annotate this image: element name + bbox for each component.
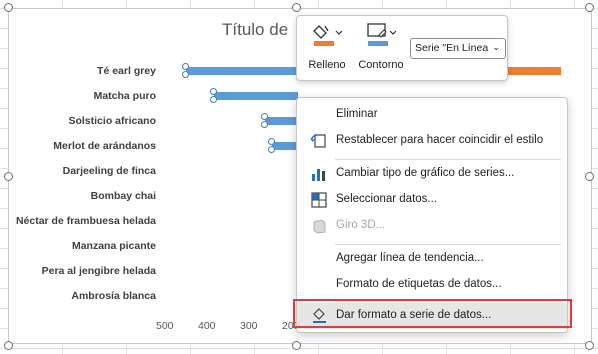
resize-handle-tl[interactable] [4,3,13,12]
resize-handle-ml[interactable] [4,172,13,181]
menu-separator [335,244,561,245]
series-point-handle[interactable] [182,63,189,70]
menu-item-format-data-labels[interactable]: Formato de etiquetas de datos... [297,272,567,298]
series-selector[interactable]: Serie "En Línea ⌄ [410,38,506,59]
fill-label: Relleno [308,59,346,71]
menu-item-select-data[interactable]: Seleccionar datos... [297,187,567,213]
series-point-handle[interactable] [261,113,268,120]
menu-item-label: Dar formato a serie de datos... [336,309,492,321]
series-point-handle[interactable] [182,71,189,78]
menu-item-3d-rotation: Giro 3D... [297,213,567,239]
menu-item-change-chart-type[interactable]: Cambiar tipo de gráfico de series... [297,161,567,187]
category-label: Pera al jengibre helada [41,265,156,277]
resize-handle-bm[interactable] [292,341,301,350]
bar-blue[interactable] [186,67,298,75]
menu-item-label: Cambiar tipo de gráfico de series... [336,167,515,179]
menu-item-label: Formato de etiquetas de datos... [336,278,502,290]
menu-item-label: Restablecer para hacer coincidir el esti… [336,134,544,146]
category-label: Ambrosía blanca [71,290,156,302]
menu-item-add-trendline[interactable]: Agregar línea de tendencia... [297,246,567,272]
series-point-handle[interactable] [268,146,275,153]
category-label: Té earl grey [97,65,156,77]
category-label: Merlot de arándanos [53,140,156,152]
resize-handle-bl[interactable] [4,341,13,350]
category-label: Matcha puro [93,90,156,102]
series-point-handle[interactable] [210,88,217,95]
reset-style-icon [310,134,326,148]
menu-separator [335,301,561,302]
menu-item-label: Agregar línea de tendencia... [336,252,484,264]
select-data-icon [311,192,327,208]
resize-handle-tr[interactable] [585,3,594,12]
resize-handle-tm[interactable] [292,3,301,12]
category-label: Néctar de frambuesa helada [15,215,156,227]
menu-item-delete[interactable]: Eliminar [297,102,567,128]
paint-bucket-icon [313,25,343,46]
chart-type-icon [312,169,325,181]
series-point-handle[interactable] [210,96,217,103]
context-menu: Eliminar Restablecer para hacer coincidi… [296,97,568,333]
menu-item-label: Giro 3D... [336,219,386,231]
series-point-handle[interactable] [268,138,275,145]
bar-blue[interactable] [272,142,298,150]
chart-title[interactable]: Título de [222,20,288,40]
resize-handle-br[interactable] [585,341,594,350]
resize-handle-mr[interactable] [585,172,594,181]
rotation-3d-icon [313,219,326,234]
series-point-handle[interactable] [261,121,268,128]
x-tick-label: 300 [240,320,258,332]
menu-item-label: Seleccionar datos... [336,193,438,205]
menu-separator [335,159,561,160]
outline-label: Contorno [358,59,404,71]
menu-item-format-data-series[interactable]: Dar formato a serie de datos... [297,303,567,329]
category-label: Bombay chai [90,190,156,202]
fill-button[interactable]: Relleno [303,22,351,78]
series-selector-value: Serie "En Línea [415,42,489,54]
category-label: Darjeeling de finca [62,165,156,177]
format-series-icon [313,308,326,323]
category-label: Manzana picante [71,240,156,252]
menu-item-label: Eliminar [336,108,378,120]
bar-blue[interactable] [214,92,298,100]
chevron-down-icon: ⌄ [492,42,500,52]
x-tick-label: 400 [198,320,216,332]
bar-orange[interactable] [505,67,561,75]
menu-item-reset-style[interactable]: Restablecer para hacer coincidir el esti… [297,128,567,154]
bar-blue[interactable] [265,117,298,125]
mini-toolbar: Relleno Contorno Serie "En Línea ⌄ [296,15,508,81]
pen-outline-icon [367,23,397,46]
category-label: Solsticio africano [68,115,156,127]
outline-button[interactable]: Contorno [353,22,409,78]
x-tick-label: 500 [156,320,174,332]
